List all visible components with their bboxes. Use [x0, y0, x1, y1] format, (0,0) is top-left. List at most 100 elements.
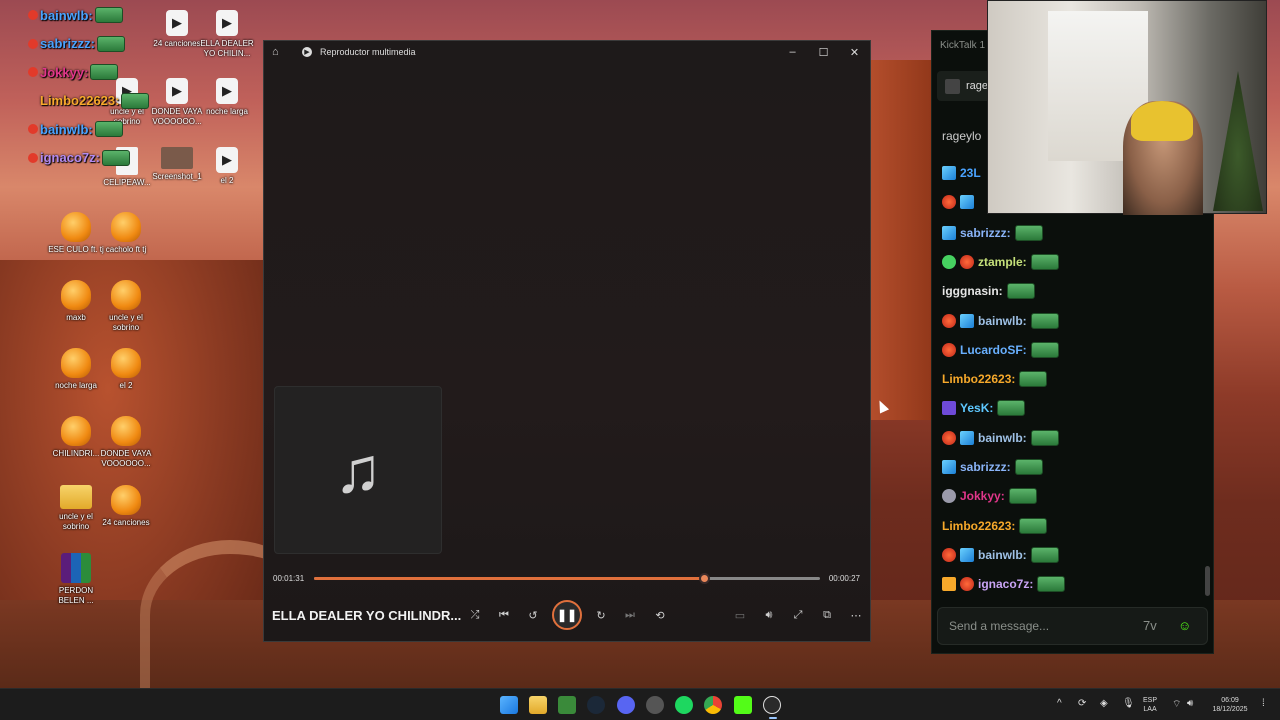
- maximize-icon[interactable]: ☐: [808, 46, 839, 59]
- chat-username[interactable]: bainwlb:: [978, 431, 1027, 445]
- overlay-chat-line: sabrizzz:: [28, 35, 125, 52]
- discord-icon[interactable]: [617, 696, 635, 714]
- seek-bar-thumb[interactable]: [698, 573, 710, 584]
- desktop-icon[interactable]: ▶ noche larga: [197, 78, 257, 117]
- forward-button[interactable]: ↻: [590, 604, 612, 626]
- minimize-icon[interactable]: –: [777, 46, 808, 59]
- chrome-icon[interactable]: [704, 696, 722, 714]
- desktop-icon[interactable]: 24 canciones: [96, 485, 156, 528]
- start-menu-icon[interactable]: [500, 696, 518, 714]
- network-tray-icon[interactable]: ◈: [1100, 698, 1108, 709]
- desktop-icon[interactable]: uncle y el sobrino: [96, 280, 156, 333]
- chat-username[interactable]: igggnasin:: [942, 284, 1003, 298]
- fullscreen-button[interactable]: ⤢: [787, 604, 809, 626]
- pause-button[interactable]: ❚❚: [552, 600, 582, 630]
- fl-file-icon: [61, 212, 91, 242]
- chat-message: [942, 195, 978, 210]
- fl-file-icon: [111, 348, 141, 378]
- clock[interactable]: 06:09 18/12/2025: [1205, 696, 1255, 714]
- more-options-button[interactable]: ⋯: [845, 604, 867, 626]
- overlay-chat-username: Limbo22623:: [40, 93, 120, 108]
- notepad-icon[interactable]: [558, 696, 576, 714]
- obs-icon[interactable]: [646, 696, 664, 714]
- emote-icon: [1030, 546, 1059, 563]
- miniplayer-button[interactable]: ▭: [729, 604, 751, 626]
- desktop-icon-label: cacholo ft tj: [105, 245, 147, 254]
- badge-icon: [28, 124, 38, 134]
- emote-icon: [1014, 459, 1043, 475]
- chat-scrollbar[interactable]: [1205, 566, 1210, 596]
- chat-message: bainwlb:: [942, 546, 1059, 563]
- notification-icon[interactable]: ⁞: [1262, 698, 1265, 709]
- home-icon[interactable]: ⌂: [272, 46, 286, 58]
- microphone-icon[interactable]: 🎙︎: [1122, 698, 1135, 709]
- desktop-icon[interactable]: cacholo ft tj: [96, 212, 156, 255]
- desktop-icon[interactable]: ▶ ELLA DEALER YO CHILIN...: [197, 10, 257, 59]
- chat-username[interactable]: 23L: [960, 166, 981, 180]
- chat-username[interactable]: Limbo22623:: [942, 519, 1015, 533]
- cube-badge-icon: [942, 225, 956, 240]
- chat-username[interactable]: sabrizzz:: [960, 226, 1011, 240]
- shuffle-button[interactable]: ⤮: [464, 604, 486, 626]
- desktop-icon[interactable]: ▶ el 2: [197, 147, 257, 186]
- desktop-icon[interactable]: PERDON BELEN ...: [46, 553, 106, 606]
- cast-icon: ⧉: [823, 608, 831, 621]
- overlay-chat-line: Jokkyy:: [28, 64, 119, 80]
- cube-badge-icon: [960, 313, 974, 328]
- chat-username[interactable]: sabrizzz:: [960, 460, 1011, 474]
- volume-tray-icon[interactable]: 🔊︎: [1187, 698, 1193, 709]
- wifi-icon[interactable]: ⌔: [1172, 698, 1181, 711]
- seek-bar[interactable]: [314, 573, 820, 584]
- media-file-icon: ▶: [216, 78, 238, 104]
- emote-icon: [101, 149, 130, 166]
- repeat-button[interactable]: ⟲: [649, 604, 671, 626]
- kick-emote-icon[interactable]: ☺: [1178, 618, 1191, 633]
- desktop-icon[interactable]: el 2: [96, 348, 156, 391]
- file-explorer-icon[interactable]: [529, 696, 547, 714]
- player-window-title: Reproductor multimedia: [320, 47, 416, 57]
- fl-file-icon: [61, 416, 91, 446]
- previous-button[interactable]: ⏮: [493, 604, 515, 626]
- fl-file-icon: [111, 416, 141, 446]
- more-icon: ⋯: [850, 609, 862, 622]
- 7tv-emote-icon[interactable]: 7v: [1143, 618, 1157, 633]
- steam-icon[interactable]: [587, 696, 605, 714]
- media-player-taskbar-icon[interactable]: [763, 696, 781, 719]
- volume-button[interactable]: 🔊︎: [758, 604, 780, 626]
- chevron-up-icon[interactable]: ^: [1057, 698, 1062, 709]
- badge-icon: [28, 96, 38, 106]
- chat-username[interactable]: bainwlb:: [978, 314, 1027, 328]
- shot-file-icon: [161, 147, 193, 169]
- spotify-icon[interactable]: [675, 696, 693, 714]
- chat-message: bainwlb:: [942, 312, 1059, 329]
- message-input[interactable]: Send a message... 7v ☺: [937, 607, 1208, 645]
- desktop-icon[interactable]: DONDE VAYA VOOOOOO...: [96, 416, 156, 469]
- chat-username[interactable]: ignaco7z:: [978, 577, 1033, 591]
- next-button[interactable]: ⏭: [619, 604, 641, 626]
- emote-icon: [997, 400, 1026, 417]
- language-indicator[interactable]: ESP LAA: [1143, 696, 1157, 714]
- now-playing-title: ELLA DEALER YO CHILINDR...: [272, 608, 462, 623]
- chat-username[interactable]: YesK:: [960, 401, 993, 415]
- emote-icon: [1030, 253, 1059, 270]
- chat-username[interactable]: ztample:: [978, 255, 1027, 269]
- chat-username[interactable]: bainwlb:: [978, 548, 1027, 562]
- repeat-icon: ⟲: [655, 609, 665, 622]
- chat-username[interactable]: Jokkyy:: [960, 489, 1005, 503]
- fullscreen-icon: ⤢: [793, 608, 803, 621]
- cube-badge-icon: [960, 547, 974, 562]
- fl-file-icon: [61, 280, 91, 310]
- chat-username[interactable]: LucardoSF:: [960, 343, 1027, 357]
- cast-button[interactable]: ⧉: [816, 604, 838, 626]
- seek-bar-progress: [314, 577, 704, 580]
- chat-username[interactable]: Limbo22623:: [942, 372, 1015, 386]
- kick-icon[interactable]: [734, 696, 752, 714]
- overlay-chat-username: bainwlb:: [40, 7, 93, 23]
- close-icon[interactable]: ✕: [839, 46, 870, 59]
- emote-icon: [1006, 283, 1035, 300]
- rewind-button[interactable]: ↺: [522, 604, 544, 626]
- sync-icon[interactable]: ⟳: [1078, 698, 1086, 709]
- emote-icon: [1030, 341, 1059, 358]
- badge-icon: [28, 38, 38, 49]
- red-badge-icon: [942, 342, 956, 357]
